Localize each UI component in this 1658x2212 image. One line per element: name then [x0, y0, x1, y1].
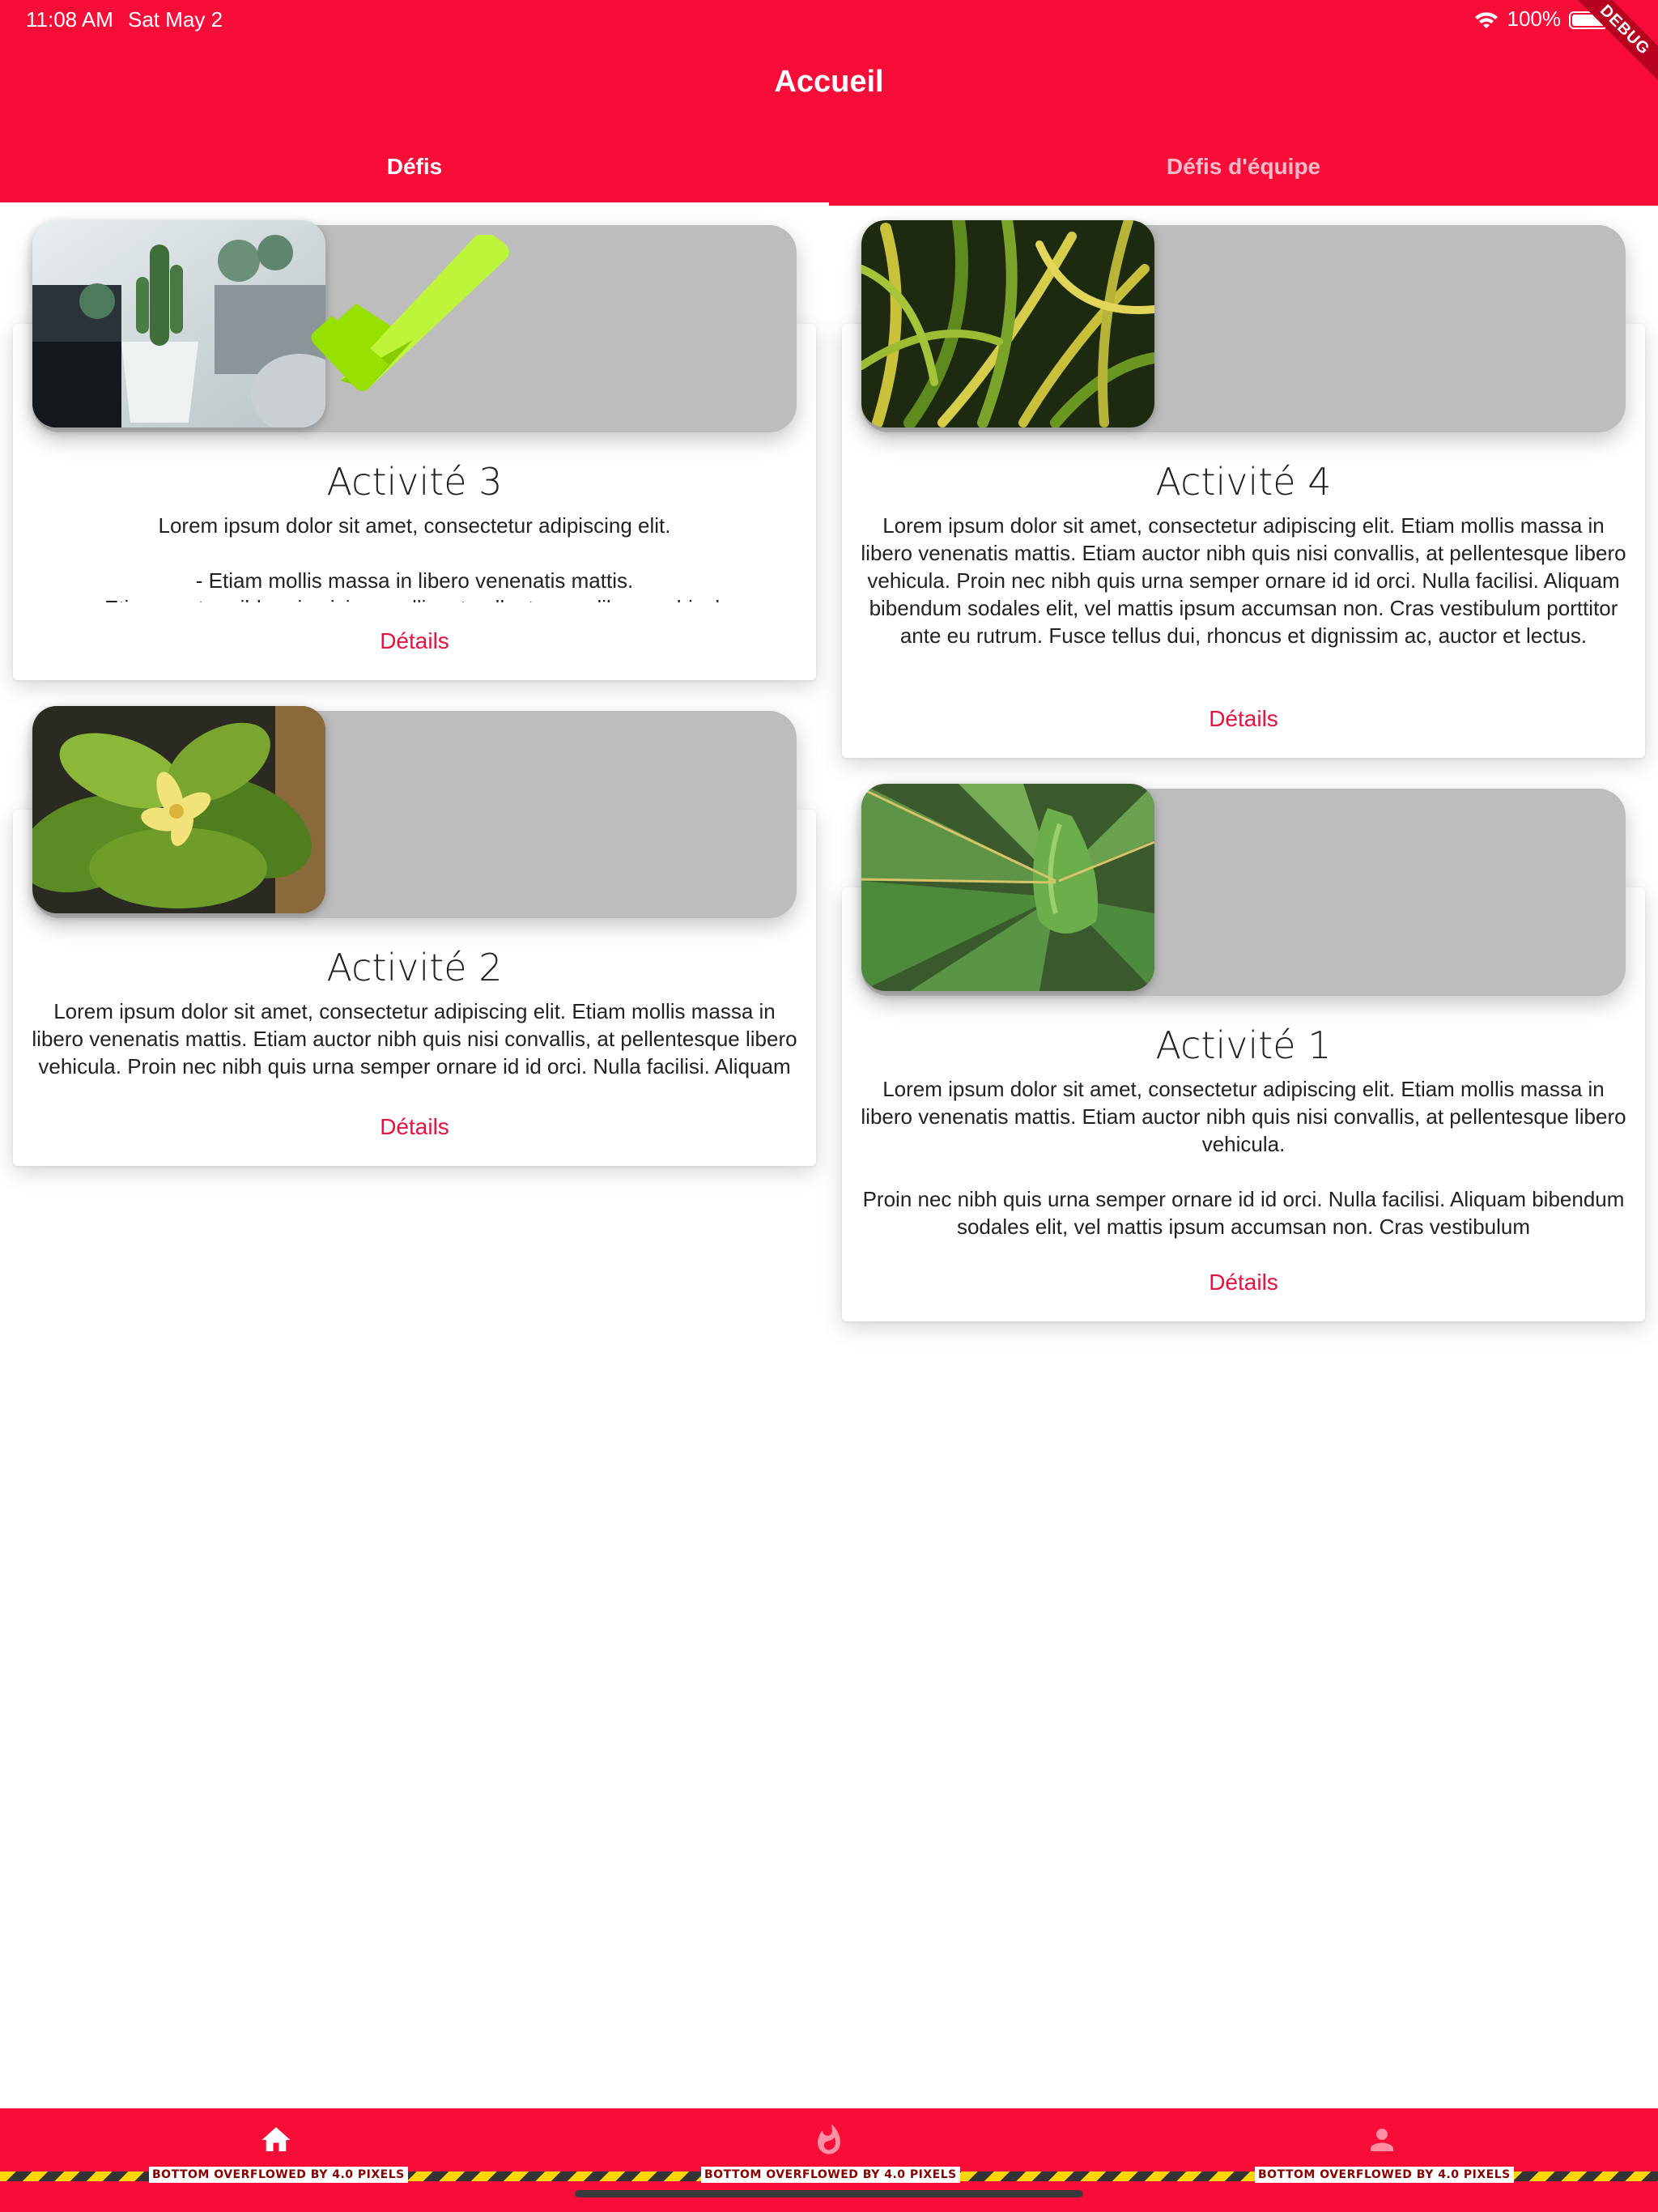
card-title: Activité 3	[326, 460, 503, 504]
agave-photo-icon	[861, 784, 1154, 991]
card-title: Activité 1	[1155, 1023, 1332, 1067]
challenge-card[interactable]: Activité 2 Lorem ipsum dolor sit amet, c…	[13, 704, 816, 1166]
card-description: Lorem ipsum dolor sit amet, consectetur …	[32, 999, 797, 1078]
page-title: Accueil	[774, 65, 884, 99]
card-image	[861, 784, 1154, 991]
person-icon	[1371, 2129, 1393, 2151]
card-title: Activité 4	[1155, 460, 1332, 504]
tab-bar: Défis Défis d'équipe	[0, 143, 1658, 206]
leafy-plant-photo-icon	[32, 706, 325, 913]
card-image	[861, 220, 1154, 428]
tab-defis[interactable]: Défis	[0, 143, 829, 206]
completed-check-icon	[311, 235, 509, 391]
tab-defis-equipe[interactable]: Défis d'équipe	[829, 143, 1658, 206]
overflow-warning-label: BOTTOM OVERFLOWED BY 4.0 PIXELS	[149, 2167, 408, 2183]
card-description: Lorem ipsum dolor sit amet, consectetur …	[861, 513, 1626, 648]
challenge-card[interactable]: Activité 1 Lorem ipsum dolor sit amet, c…	[842, 782, 1645, 1321]
nav-home[interactable]	[0, 2108, 552, 2173]
app-bar: 11:08 AM Sat May 2 100% DEBUG Accueil Dé…	[0, 0, 1658, 206]
nav-profile[interactable]	[1106, 2108, 1658, 2173]
card-image	[32, 220, 325, 428]
details-link[interactable]: Détails	[842, 706, 1645, 732]
card-title: Activité 2	[326, 946, 503, 989]
grass-photo-icon	[861, 220, 1154, 428]
home-indicator[interactable]	[575, 2190, 1083, 2197]
wifi-icon	[1474, 11, 1498, 28]
overflow-warning-label: BOTTOM OVERFLOWED BY 4.0 PIXELS	[701, 2167, 960, 2183]
home-icon	[261, 2127, 291, 2151]
challenge-card[interactable]: Activité 3 Lorem ipsum dolor sit amet, c…	[13, 219, 816, 680]
nav-challenges[interactable]	[553, 2108, 1105, 2173]
status-bar: 11:08 AM Sat May 2 100% DEBUG	[0, 0, 1658, 87]
battery-percent: 100%	[1507, 6, 1562, 31]
details-link[interactable]: Détails	[13, 1114, 816, 1140]
challenge-card[interactable]: Activité 4 Lorem ipsum dolor sit amet, c…	[842, 219, 1645, 758]
card-description: Lorem ipsum dolor sit amet, consectetur …	[91, 513, 738, 602]
card-image	[32, 706, 325, 913]
status-date: Sat May 2	[128, 7, 223, 32]
overflow-warning-label: BOTTOM OVERFLOWED BY 4.0 PIXELS	[1255, 2167, 1514, 2183]
details-link[interactable]: Détails	[13, 628, 816, 654]
cactus-photo-icon	[32, 220, 325, 428]
status-time: 11:08 AM	[26, 7, 113, 32]
card-description: Lorem ipsum dolor sit amet, consectetur …	[861, 1077, 1626, 1239]
details-link[interactable]: Détails	[842, 1270, 1645, 1295]
flame-icon	[818, 2124, 840, 2155]
